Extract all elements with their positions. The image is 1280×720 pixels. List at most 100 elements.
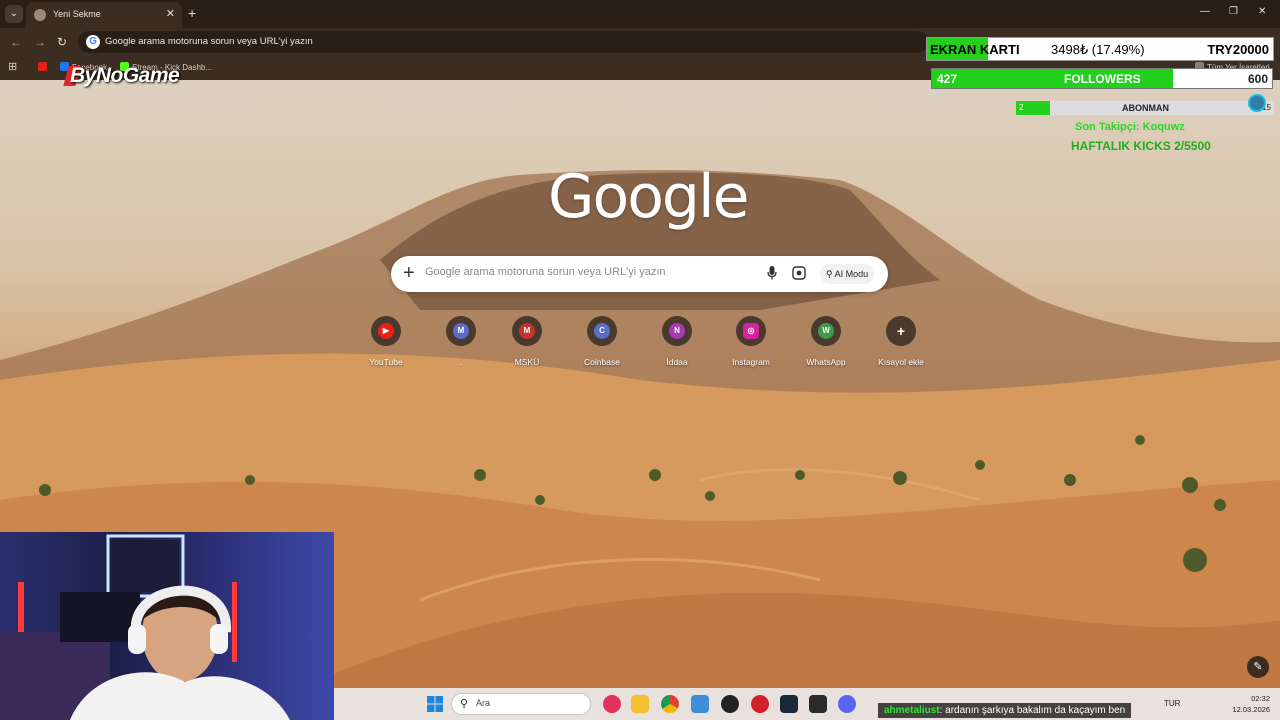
google-icon: G (86, 35, 100, 49)
minimize-button[interactable]: — (1200, 6, 1210, 17)
ekran-karti-goal: EKRAN KARTI 3498₺ (17.49%) TRY20000 (926, 37, 1274, 61)
ekran-target: TRY20000 (1207, 42, 1269, 57)
chat-message: ahmetaliust: ardanın şarkıya bakalım da … (878, 703, 1132, 718)
taskbar-search-label: Ara (476, 698, 491, 708)
youtube-icon: ▶ (378, 323, 394, 339)
shortcut-icon-bg: N (662, 316, 692, 346)
media-player-icon[interactable] (603, 695, 621, 713)
ai-mode-label: AI Modu (834, 269, 869, 279)
tab-title: Yeni Sekme (53, 9, 101, 19)
shortcut-icon-bg: ◎ (736, 316, 766, 346)
shortcut-label: YouTube (369, 357, 403, 367)
language-indicator[interactable]: TUR (1164, 699, 1180, 708)
followers-goal-value: 600 (1247, 72, 1268, 86)
shortcut-tiles: ▶ YouTube M . M MSKÜ C Coinbase N İddaa … (353, 316, 931, 372)
ai-search-icon: ⚲ (826, 269, 835, 279)
chrome-icon[interactable] (661, 695, 679, 713)
taskbar-search[interactable]: ⚲ Ara (451, 693, 591, 715)
shortcut-label: WhatsApp (806, 357, 846, 367)
shortcut-whatsapp[interactable]: W WhatsApp (793, 316, 859, 367)
shortcut-label: Instagram (732, 357, 770, 367)
windows-start-icon[interactable] (426, 695, 444, 713)
shortcut-icon-bg: M (512, 316, 542, 346)
shortcut-m[interactable]: M . (428, 316, 494, 367)
shortcut-label: . (459, 357, 463, 367)
steam-icon[interactable] (780, 695, 798, 713)
shortcut-add[interactable]: + Kısayol ekle (868, 316, 934, 367)
chat-text: : ardanın şarkıya bakalım da kaçayım ben (939, 705, 1126, 716)
discord-icon[interactable] (838, 695, 856, 713)
shortcut-icon-bg: W (811, 316, 841, 346)
letter-n-icon: N (669, 323, 685, 339)
shortcut-instagram[interactable]: ◎ Instagram (718, 316, 784, 367)
search-box: + ⚲ AI Modu (391, 256, 888, 292)
customize-pencil-icon[interactable]: ✎ (1247, 656, 1269, 678)
avatar[interactable] (1248, 94, 1266, 112)
chrome-icon (34, 9, 46, 21)
shortcut-msku[interactable]: M MSKÜ (494, 316, 560, 367)
followers-count: 427 (937, 72, 958, 86)
microphone-icon[interactable] (767, 266, 777, 280)
shortcut-icon-bg: C (587, 316, 617, 346)
shortcut-icon-bg: ▶ (371, 316, 401, 346)
followers-goal: 427 FOLLOWERS 600 (931, 68, 1273, 89)
apps-grid-icon[interactable]: ⊞ (8, 60, 17, 73)
plus-icon: + (893, 323, 909, 339)
shortcut-label: Kısayol ekle (878, 357, 924, 367)
clock-time: 02:32 (1251, 694, 1270, 703)
address-bar[interactable]: G Google arama motoruna sorun veya URL'y… (78, 31, 928, 53)
abonman-goal: 2 ABONMAN 15 (1016, 101, 1274, 115)
ekran-current: 3498₺ (17.49%) (1051, 42, 1145, 57)
abonman-count: 2 (1019, 103, 1024, 112)
new-tab-button[interactable]: + (188, 5, 196, 21)
clock-date: 12.03.2026 (1232, 705, 1270, 714)
weekly-kicks-text: HAFTALIK KICKS 2/5500 (1071, 139, 1211, 153)
webcam-feed (0, 532, 334, 720)
tab-new-tab[interactable]: Yeni Sekme ✕ (26, 2, 182, 28)
back-icon[interactable]: ← (10, 35, 22, 49)
shortcut-label: İddaa (666, 357, 688, 367)
shortcut-youtube[interactable]: ▶ YouTube (353, 316, 419, 367)
obs-icon[interactable] (721, 695, 739, 713)
epic-games-icon[interactable] (809, 695, 827, 713)
followers-label: FOLLOWERS (1064, 72, 1141, 86)
shortcut-iddaa[interactable]: N İddaa (644, 316, 710, 367)
restore-button[interactable]: ❐ (1229, 6, 1238, 17)
app-icon[interactable] (691, 695, 709, 713)
google-logo: Google (548, 162, 750, 232)
reload-icon[interactable]: ↻ (57, 35, 67, 49)
youtube-icon (38, 62, 47, 71)
search-input[interactable] (425, 266, 755, 278)
letter-w-icon: W (818, 323, 834, 339)
close-icon[interactable]: ✕ (166, 7, 175, 20)
bynogame-logo: ByNoGame (70, 64, 180, 87)
shortcut-coinbase[interactable]: C Coinbase (569, 316, 635, 367)
ekran-label: EKRAN KARTI (930, 42, 1020, 57)
close-window-button[interactable]: ✕ (1258, 6, 1266, 17)
shortcut-label: MSKÜ (514, 357, 540, 367)
ai-mode-button[interactable]: ⚲ AI Modu (820, 264, 875, 284)
tab-strip: ⌄ Yeni Sekme ✕ + — ❐ ✕ (0, 0, 1280, 28)
app-red-icon[interactable] (751, 695, 769, 713)
search-icon: ⚲ (460, 698, 469, 710)
bookmark-youtube[interactable] (38, 62, 50, 72)
abonman-label: ABONMAN (1122, 103, 1169, 113)
webcam-image (0, 534, 290, 720)
shortcut-icon-bg: + (886, 316, 916, 346)
address-text: Google arama motoruna sorun veya URL'yi … (105, 36, 313, 47)
windows-taskbar: ⚲ Ara TUR 02:32 12.03.2026 (334, 688, 1280, 720)
file-explorer-icon[interactable] (631, 695, 649, 713)
instagram-icon: ◎ (743, 323, 759, 339)
forward-icon[interactable]: → (34, 35, 46, 49)
letter-m-icon: M (453, 323, 469, 339)
last-follower-text: Son Takipçi: Koquwz (1075, 121, 1185, 133)
chat-username: ahmetaliust (884, 705, 940, 716)
tab-search-button[interactable]: ⌄ (5, 5, 23, 23)
shortcut-icon-bg: M (446, 316, 476, 346)
letter-m-icon: M (519, 323, 535, 339)
google-lens-icon[interactable] (792, 266, 806, 280)
add-file-icon[interactable]: + (403, 262, 415, 284)
letter-c-icon: C (594, 323, 610, 339)
shortcut-label: Coinbase (584, 357, 620, 367)
clock[interactable]: 02:32 12.03.2026 (1232, 693, 1270, 715)
